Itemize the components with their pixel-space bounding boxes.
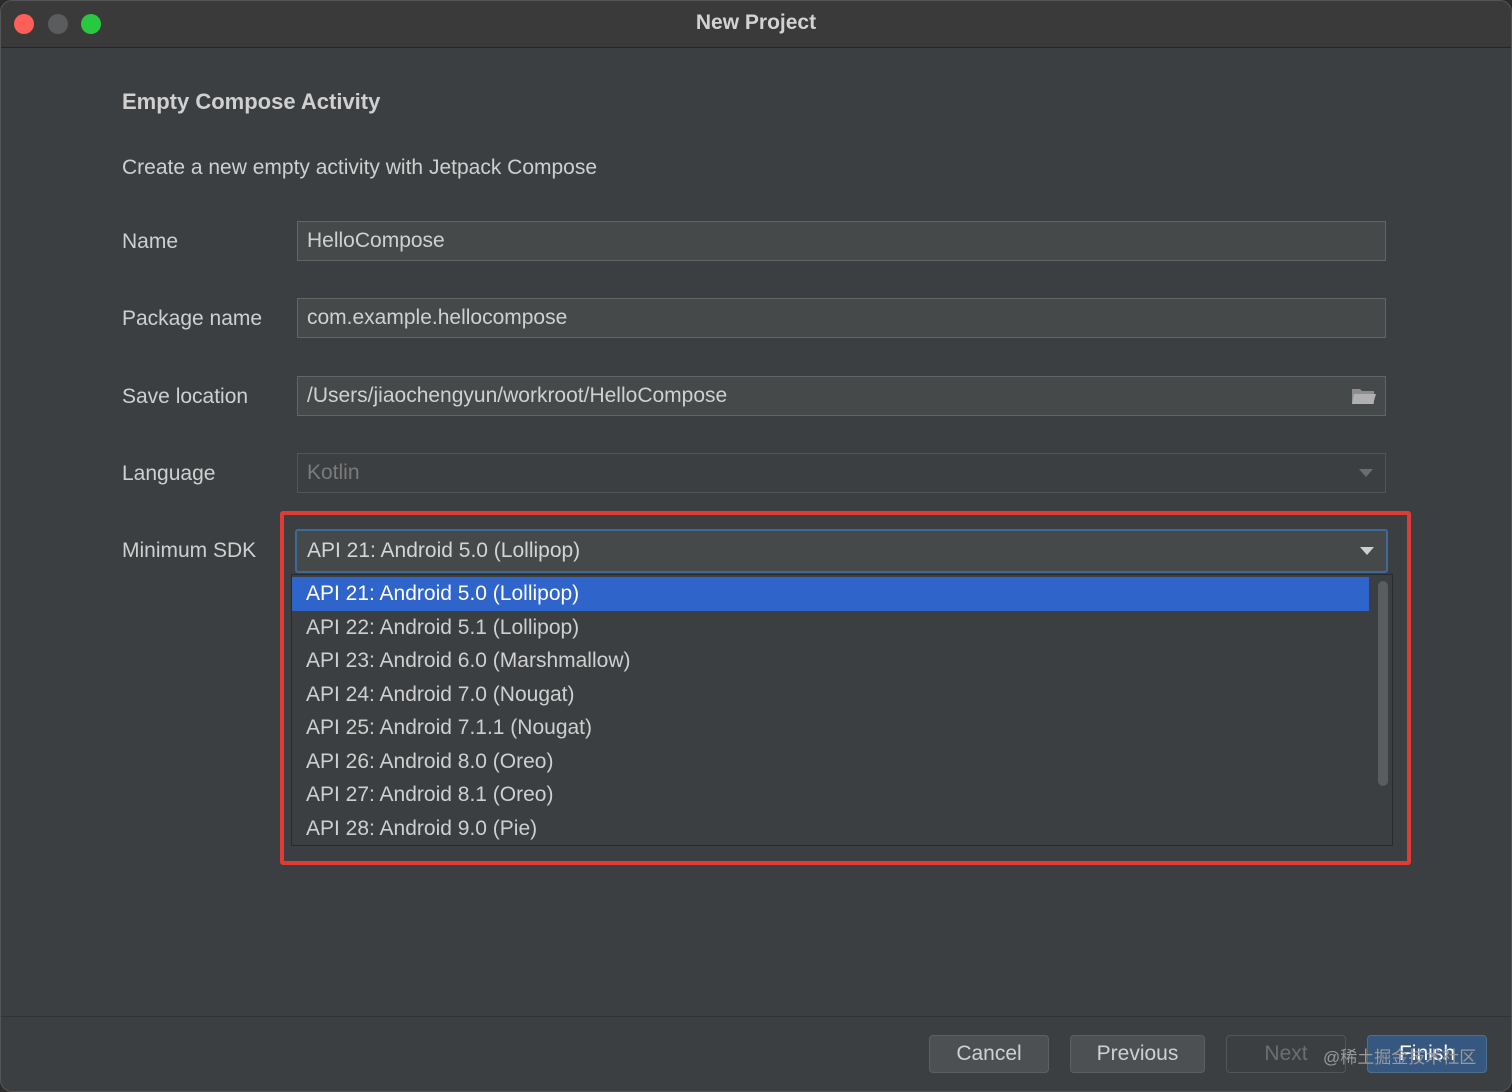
name-label: Name	[122, 230, 179, 253]
sdk-option[interactable]: API 25: Android 7.1.1 (Nougat)	[292, 711, 1369, 745]
page-heading: Empty Compose Activity	[122, 89, 381, 114]
sdk-option[interactable]: API 22: Android 5.1 (Lollipop)	[292, 611, 1369, 645]
sdk-option[interactable]: API 21: Android 5.0 (Lollipop)	[292, 577, 1369, 611]
language-value: Kotlin	[307, 461, 360, 484]
sdk-option[interactable]: API 24: Android 7.0 (Nougat)	[292, 678, 1369, 712]
page-description: Create a new empty activity with Jetpack…	[122, 156, 598, 179]
package-name-value: com.example.hellocompose	[307, 306, 568, 329]
package-name-label: Package name	[122, 307, 263, 330]
chevron-down-icon	[1359, 469, 1373, 477]
scrollbar-thumb[interactable]	[1378, 581, 1388, 786]
chevron-down-icon	[1360, 547, 1374, 555]
sdk-option[interactable]: API 26: Android 8.0 (Oreo)	[292, 745, 1369, 779]
name-field[interactable]: HelloCompose	[297, 221, 1386, 261]
footer-divider	[1, 1016, 1511, 1017]
save-location-label: Save location	[122, 385, 249, 408]
sdk-option[interactable]: API 27: Android 8.1 (Oreo)	[292, 778, 1369, 812]
name-value: HelloCompose	[307, 229, 445, 252]
watermark: @稀土掘金技术社区	[1323, 1048, 1477, 1067]
language-label: Language	[122, 462, 216, 485]
cancel-button[interactable]: Cancel	[929, 1035, 1049, 1073]
minimum-sdk-label: Minimum SDK	[122, 539, 257, 562]
sdk-option[interactable]: API 23: Android 6.0 (Marshmallow)	[292, 644, 1369, 678]
minimum-sdk-value: API 21: Android 5.0 (Lollipop)	[307, 539, 581, 562]
package-name-field[interactable]: com.example.hellocompose	[297, 298, 1386, 338]
new-project-window: New Project Empty Compose Activity Creat…	[0, 0, 1512, 1092]
minimum-sdk-dropdown[interactable]: API 21: Android 5.0 (Lollipop)	[295, 529, 1388, 573]
sdk-options-list[interactable]: API 21: Android 5.0 (Lollipop) API 22: A…	[291, 574, 1393, 846]
language-dropdown[interactable]: Kotlin	[297, 453, 1386, 493]
previous-button[interactable]: Previous	[1070, 1035, 1205, 1073]
save-location-value: /Users/jiaochengyun/workroot/HelloCompos…	[307, 384, 728, 407]
folder-icon[interactable]	[1351, 386, 1377, 406]
title-bar: New Project	[1, 1, 1511, 48]
sdk-option[interactable]: API 28: Android 9.0 (Pie)	[292, 812, 1369, 845]
save-location-field[interactable]: /Users/jiaochengyun/workroot/HelloCompos…	[297, 376, 1386, 416]
window-title: New Project	[695, 11, 817, 34]
